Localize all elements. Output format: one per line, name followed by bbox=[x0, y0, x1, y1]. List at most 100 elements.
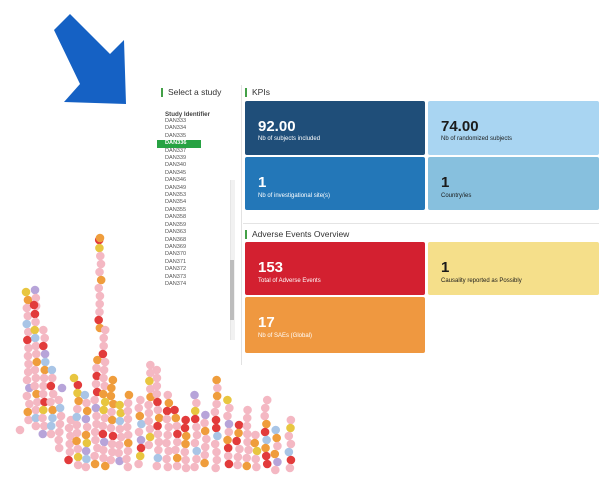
study-item[interactable]: DAN353 bbox=[157, 192, 201, 199]
decorative-dot bbox=[180, 423, 190, 433]
decorative-dot bbox=[73, 452, 83, 462]
decorative-dot bbox=[122, 454, 131, 464]
decorative-dot bbox=[164, 422, 174, 432]
decorative-dot bbox=[270, 465, 280, 475]
decorative-dot bbox=[192, 430, 202, 440]
study-item[interactable]: DAN340 bbox=[157, 162, 201, 169]
decorative-dot bbox=[95, 233, 105, 243]
study-item[interactable]: DAN368 bbox=[157, 237, 201, 244]
study-item[interactable]: DAN345 bbox=[157, 170, 201, 177]
decorative-dot bbox=[224, 419, 234, 429]
study-item[interactable]: DAN334 bbox=[157, 125, 201, 132]
decorative-dot bbox=[31, 413, 41, 423]
decorative-dot bbox=[39, 405, 48, 415]
study-item[interactable]: DAN354 bbox=[157, 199, 201, 206]
study-item[interactable]: DAN372 bbox=[157, 266, 201, 273]
decorative-dot bbox=[201, 410, 210, 420]
study-item[interactable]: DAN336 bbox=[157, 140, 201, 148]
kpi-tile-subjects-included[interactable]: 92.00 Nb of subjects included bbox=[245, 101, 425, 155]
study-sidebar: Select a study Study Identifier DAN333 DA… bbox=[157, 85, 242, 365]
decorative-dot bbox=[65, 439, 75, 449]
decorative-dot bbox=[242, 421, 252, 431]
decorative-dot bbox=[116, 408, 126, 418]
study-item[interactable]: DAN337 bbox=[157, 148, 201, 155]
kpi-label: Country/ies bbox=[441, 193, 472, 199]
study-item[interactable]: DAN359 bbox=[157, 222, 201, 229]
decorative-dot bbox=[173, 429, 182, 439]
decorative-dot bbox=[24, 343, 33, 353]
study-item[interactable]: DAN333 bbox=[157, 118, 201, 125]
main-panel: KPIs 92.00 Nb of subjects included 74.00… bbox=[243, 85, 599, 365]
ae-tile-saes-global[interactable]: 17 Nb of SAEs (Global) bbox=[245, 297, 425, 353]
decorative-dot bbox=[152, 381, 162, 391]
decorative-dot bbox=[74, 396, 83, 406]
decorative-dot bbox=[23, 327, 33, 337]
decorative-dot bbox=[145, 432, 155, 442]
study-item[interactable]: DAN355 bbox=[157, 207, 201, 214]
decorative-dot bbox=[47, 365, 57, 375]
decorative-dot bbox=[123, 446, 133, 456]
decorative-dot bbox=[72, 428, 82, 438]
study-item[interactable]: DAN371 bbox=[157, 259, 201, 266]
decorative-dot bbox=[23, 367, 33, 377]
study-item[interactable]: DAN346 bbox=[157, 177, 201, 184]
study-item[interactable]: DAN374 bbox=[157, 281, 201, 288]
study-item[interactable]: DAN335 bbox=[157, 133, 201, 140]
ae-value: 1 bbox=[441, 259, 450, 276]
sidebar-scroll-thumb[interactable] bbox=[230, 260, 234, 320]
decorative-dot bbox=[31, 341, 41, 351]
kpi-tile-countries[interactable]: 1 Country/ies bbox=[428, 157, 599, 210]
decorative-dot bbox=[200, 426, 210, 436]
decorative-dot bbox=[212, 399, 221, 409]
decorative-dot bbox=[144, 408, 154, 418]
decorative-dot bbox=[22, 391, 32, 401]
study-item[interactable]: DAN373 bbox=[157, 274, 201, 281]
decorative-dot bbox=[170, 405, 179, 415]
decorative-dot bbox=[250, 438, 260, 448]
ae-tile-total[interactable]: 153 Total of Adverse Events bbox=[245, 242, 425, 295]
decorative-dot bbox=[107, 415, 117, 425]
ae-tile-causality-possibly[interactable]: 1 Causality reported as Possibly bbox=[428, 242, 599, 295]
decorative-dot bbox=[192, 422, 201, 432]
decorative-dot bbox=[90, 451, 99, 461]
decorative-dot bbox=[152, 373, 162, 383]
ae-value: 17 bbox=[258, 314, 275, 331]
study-item[interactable]: DAN370 bbox=[157, 251, 201, 258]
decorative-dot bbox=[190, 390, 199, 400]
decorative-dot bbox=[46, 429, 56, 439]
decorative-dot bbox=[137, 419, 146, 429]
decorative-dot bbox=[211, 463, 220, 473]
decorative-dot bbox=[261, 443, 270, 453]
study-item[interactable]: DAN339 bbox=[157, 155, 201, 162]
decorative-dot bbox=[95, 323, 105, 333]
decorative-dot bbox=[108, 431, 118, 441]
decorative-dot bbox=[172, 461, 182, 471]
decorative-dot bbox=[108, 375, 118, 385]
decorative-dot bbox=[98, 349, 108, 359]
decorative-dot bbox=[100, 357, 110, 367]
decorative-dot bbox=[144, 400, 153, 410]
decorative-dot bbox=[82, 438, 92, 448]
study-item[interactable]: DAN358 bbox=[157, 214, 201, 221]
dashboard-window: Select a study Study Identifier DAN333 DA… bbox=[157, 85, 599, 365]
decorative-dot bbox=[223, 411, 232, 421]
decorative-dot bbox=[73, 404, 82, 414]
study-item[interactable]: DAN349 bbox=[157, 185, 201, 192]
decorative-dot bbox=[96, 275, 106, 285]
decorative-dot bbox=[81, 446, 91, 456]
decorative-dot bbox=[22, 303, 32, 313]
decorative-dot bbox=[109, 399, 118, 409]
decorative-dot bbox=[64, 423, 74, 433]
decorative-dot bbox=[81, 414, 91, 424]
decorative-dot bbox=[98, 429, 108, 439]
kpi-tile-randomized-subjects[interactable]: 74.00 Nb of randomized subjects bbox=[428, 101, 599, 155]
study-item[interactable]: DAN369 bbox=[157, 244, 201, 251]
decorative-dot bbox=[223, 451, 233, 461]
kpi-tile-investigational-sites[interactable]: 1 Nb of investigational site(s) bbox=[245, 157, 425, 210]
decorative-dot bbox=[190, 414, 200, 424]
decorative-dot bbox=[225, 403, 234, 413]
decorative-dot bbox=[91, 435, 100, 445]
decorative-dot bbox=[122, 422, 132, 432]
study-item[interactable]: DAN363 bbox=[157, 229, 201, 236]
decorative-dot bbox=[181, 431, 191, 441]
